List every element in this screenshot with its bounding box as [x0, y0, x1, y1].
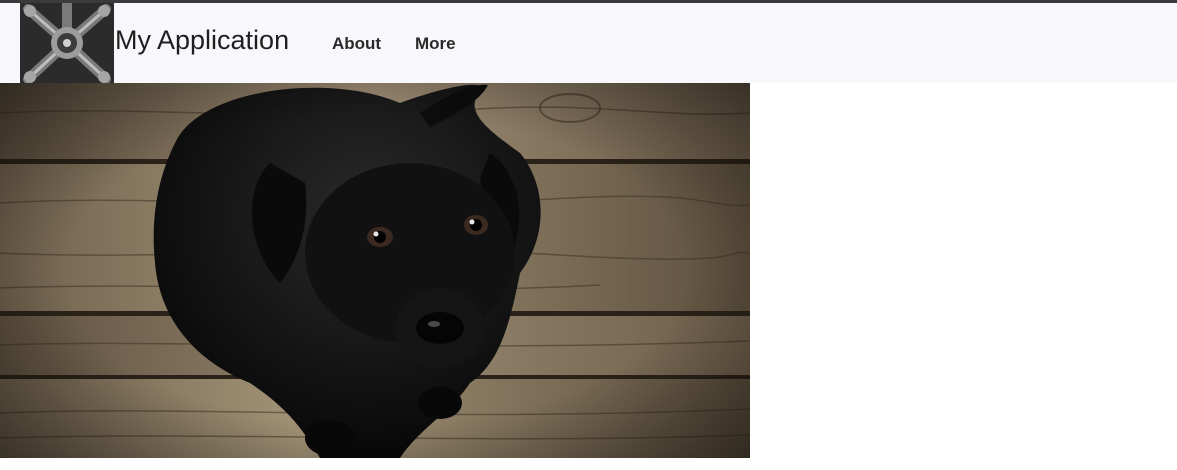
hero-image	[0, 83, 750, 458]
brand-title[interactable]: My Application	[115, 25, 289, 56]
nav-link-more[interactable]: More	[415, 34, 456, 54]
puppy-photo	[0, 83, 750, 458]
logo-link[interactable]	[20, 3, 114, 83]
nav-link-about[interactable]: About	[332, 34, 381, 54]
logo-gear-icon	[20, 3, 114, 83]
navbar: My Application About More	[0, 3, 1177, 83]
